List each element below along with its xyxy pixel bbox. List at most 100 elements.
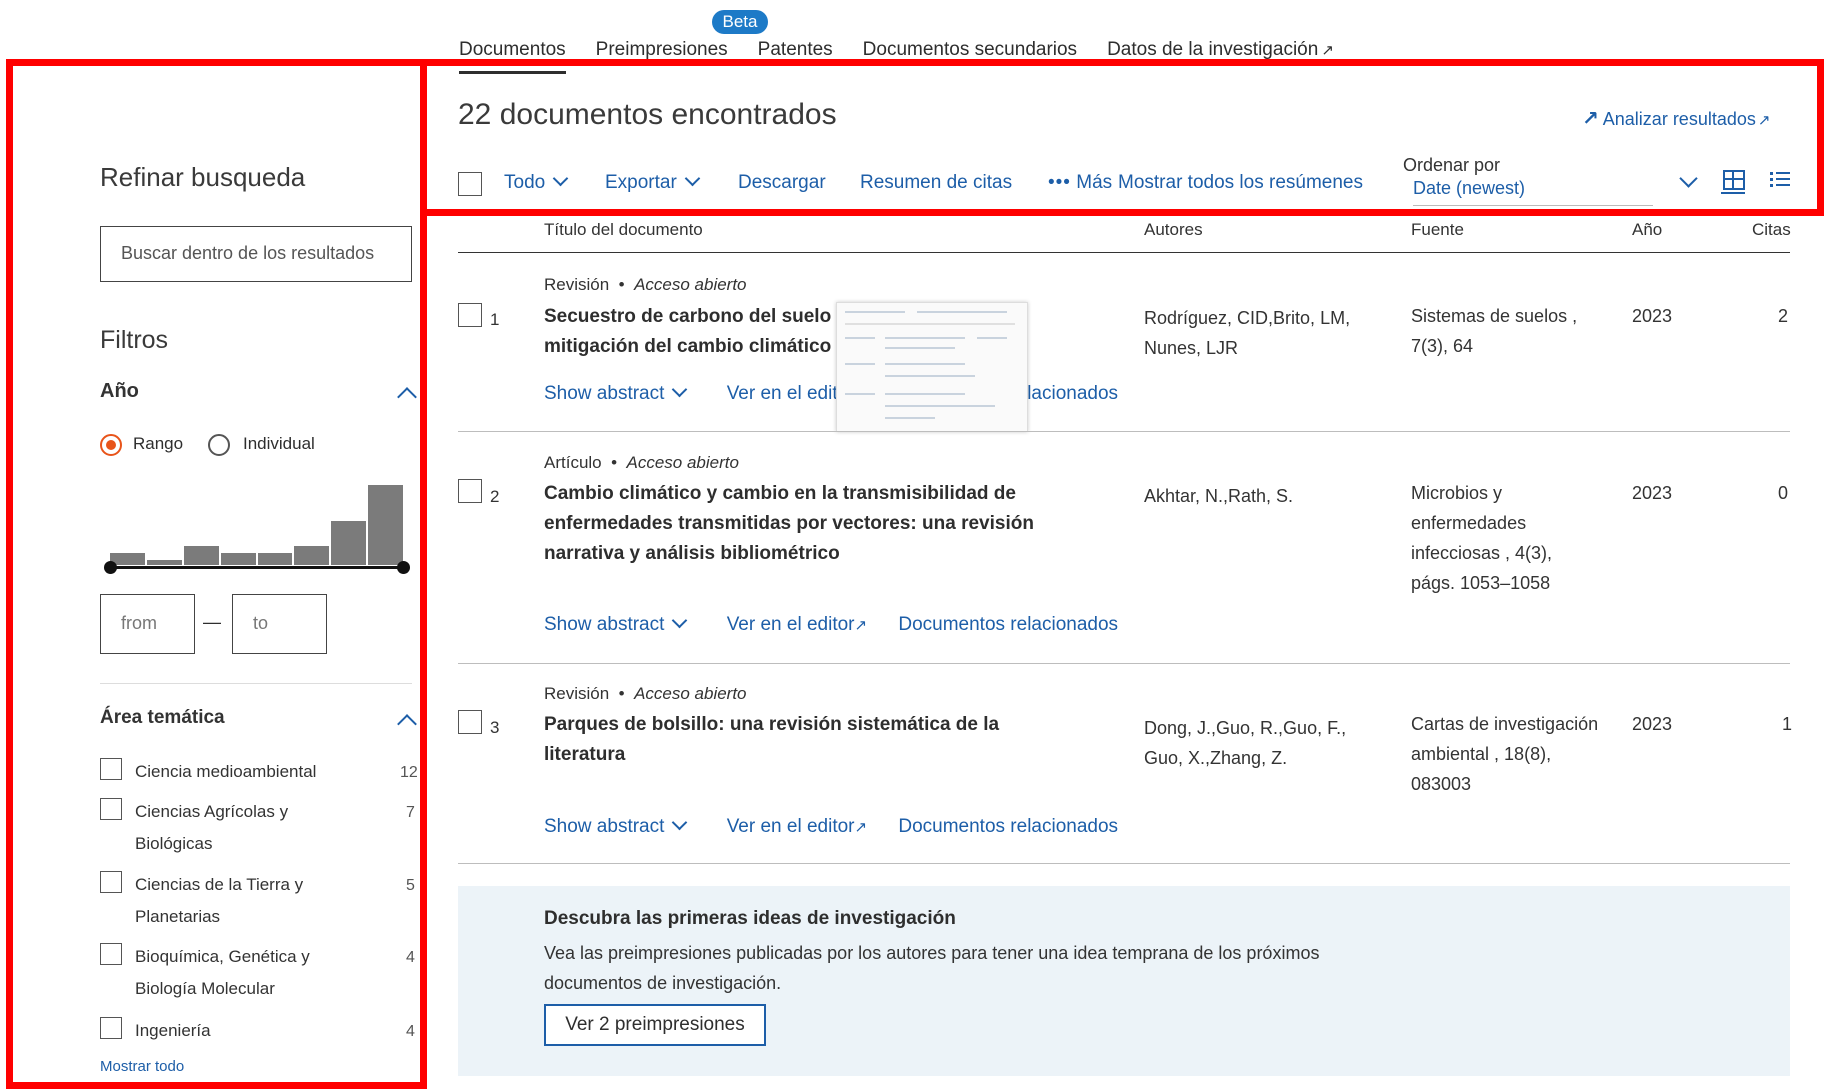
range-radio[interactable]	[100, 434, 122, 456]
subject-checkbox[interactable]	[100, 758, 122, 780]
row-divider	[458, 431, 1790, 432]
select-all-dropdown[interactable]: Todo	[504, 170, 569, 194]
export-dropdown[interactable]: Exportar	[605, 170, 701, 194]
document-checkbox[interactable]	[458, 479, 482, 503]
histogram-bar	[294, 545, 330, 565]
individual-radio-label: Individual	[243, 434, 315, 453]
show-abstract-button[interactable]: Show abstract	[544, 814, 688, 837]
chevron-up-icon[interactable]	[397, 714, 417, 734]
document-citations[interactable]: 2	[1778, 301, 1788, 331]
document-title-link[interactable]: Cambio climático y cambio en la transmis…	[544, 479, 1084, 569]
column-header-authors: Autores	[1144, 220, 1203, 239]
document-source[interactable]: Microbios y enfermedades infecciosas , 4…	[1411, 478, 1552, 598]
document-type: Revisión • Acceso abierto	[544, 684, 747, 703]
chevron-down-icon[interactable]	[1679, 169, 1698, 188]
open-access-label: Acceso abierto	[626, 453, 739, 472]
list-view-icon[interactable]	[1770, 171, 1792, 189]
show-abstract-button[interactable]: Show abstract	[544, 612, 688, 635]
subject-checkbox[interactable]	[100, 1017, 122, 1039]
document-year: 2023	[1632, 306, 1673, 326]
view-at-publisher-label: Ver en el editor	[726, 816, 855, 837]
subject-checkbox[interactable]	[100, 871, 122, 893]
subject-checkbox[interactable]	[100, 798, 122, 820]
year-from-input[interactable]: from	[100, 594, 195, 654]
document-source[interactable]: Sistemas de suelos , 7(3), 64	[1411, 301, 1577, 361]
view-at-publisher-link[interactable]: Ver en el editor↗	[727, 614, 867, 635]
subject-count: 7	[406, 804, 415, 821]
authors-line: Nunes, LJR	[1144, 338, 1239, 358]
authors-line: Dong, J.,Guo, R.,Guo, F.,	[1144, 718, 1347, 738]
promo-text: Vea las preimpresiones publicadas por lo…	[544, 943, 1320, 993]
more-menu-button[interactable]: ••• Más	[1048, 172, 1112, 194]
tab-research-data[interactable]: Datos de la investigación ↗	[1092, 30, 1349, 64]
subject-label: Ciencias Agrícolas y	[135, 802, 289, 821]
subject-label-cont: Biología Molecular	[135, 979, 275, 998]
show-abstract-label: Show abstract	[544, 383, 665, 404]
document-authors[interactable]: Akhtar, N.,Rath, S.	[1144, 481, 1293, 511]
sidebar-divider	[100, 683, 412, 684]
column-header-year: Año	[1632, 220, 1663, 239]
document-checkbox[interactable]	[458, 710, 482, 734]
year-filter-heading[interactable]: Año	[100, 380, 139, 403]
select-all-checkbox[interactable]	[458, 172, 482, 196]
external-link-icon: ↗	[854, 819, 868, 836]
subject-checkbox[interactable]	[100, 943, 122, 965]
subject-label: Ingeniería	[135, 1021, 211, 1040]
document-citations[interactable]: 1	[1782, 709, 1792, 739]
more-dots-icon: •••	[1048, 172, 1071, 193]
authors-line: Guo, X.,Zhang, Z.	[1144, 748, 1288, 768]
subject-label: Ciencia medioambiental	[135, 762, 317, 781]
show-all-subjects-link[interactable]: Mostrar todo	[100, 1058, 184, 1075]
year-slider-handle-start[interactable]	[104, 561, 117, 574]
individual-radio[interactable]	[208, 434, 230, 456]
related-documents-link[interactable]: Documentos relacionados	[898, 614, 1118, 635]
show-abstract-label: Show abstract	[544, 816, 665, 837]
tab-documents[interactable]: Documentos	[459, 30, 581, 74]
document-citations[interactable]: 0	[1778, 478, 1788, 508]
sort-select[interactable]: Date (newest)	[1413, 178, 1653, 206]
open-access-label: Acceso abierto	[634, 275, 747, 294]
year-to-input[interactable]: to	[232, 594, 327, 654]
view-at-publisher-link[interactable]: Ver en el editor↗	[727, 816, 867, 837]
citation-summary-button[interactable]: Resumen de citas	[860, 172, 1012, 194]
document-authors[interactable]: Rodríguez, CID,Brito, LM, Nunes, LJR	[1144, 303, 1350, 363]
tab-patents[interactable]: Patentes	[743, 30, 848, 64]
chevron-up-icon[interactable]	[397, 387, 417, 407]
column-header-title: Título del documento	[544, 220, 703, 239]
download-button[interactable]: Descargar	[738, 172, 826, 194]
show-abstract-button[interactable]: Show abstract	[544, 381, 688, 404]
document-type: Revisión • Acceso abierto	[544, 275, 747, 294]
source-line: Microbios y	[1411, 483, 1503, 503]
export-label: Exportar	[605, 172, 677, 193]
view-preprints-button[interactable]: Ver 2 preimpresiones	[544, 1004, 766, 1046]
document-actions: Show abstract Ver en el editor↗ Document…	[544, 814, 1118, 838]
show-all-abstracts-button[interactable]: Mostrar todos los resúmenes	[1118, 172, 1363, 194]
subject-area-heading[interactable]: Área temática	[100, 707, 225, 729]
document-source[interactable]: Cartas de investigación ambiental , 18(8…	[1411, 709, 1598, 799]
subject-count: 4	[406, 1023, 415, 1040]
document-title-line: Cambio climático y cambio en la transmis…	[544, 483, 1016, 504]
more-label: Más	[1076, 172, 1113, 193]
search-within-results-input[interactable]: Buscar dentro de los resultados	[100, 226, 412, 282]
source-line: 7(3), 64	[1411, 336, 1474, 356]
document-checkbox[interactable]	[458, 303, 482, 327]
document-year: 2023	[1632, 714, 1673, 734]
source-line: Cartas de investigación	[1411, 714, 1599, 734]
year-range-dash: —	[203, 612, 221, 632]
external-link-icon: ↗	[854, 617, 868, 634]
analyze-results-link[interactable]: ↗ Analizar resultados ↗	[1582, 106, 1770, 131]
year-slider-track[interactable]	[110, 566, 404, 569]
tab-preprints[interactable]: Preimpresiones	[581, 30, 743, 64]
subject-count: 5	[406, 877, 415, 894]
subject-label: Ciencias de la Tierra y	[135, 875, 304, 894]
document-title-link[interactable]: Parques de bolsillo: una revisión sistem…	[544, 710, 1084, 770]
tab-secondary-documents[interactable]: Documentos secundarios	[848, 30, 1092, 64]
refine-search-title: Refinar busqueda	[100, 162, 306, 192]
related-documents-link[interactable]: Documentos relacionados	[898, 816, 1118, 837]
view-at-publisher-label: Ver en el editor	[726, 614, 855, 635]
column-header-source: Fuente	[1411, 220, 1464, 239]
year-slider-handle-end[interactable]	[397, 561, 410, 574]
document-authors[interactable]: Dong, J.,Guo, R.,Guo, F., Guo, X.,Zhang,…	[1144, 713, 1346, 773]
document-actions: Show abstract Ver en el editor↗ Document…	[544, 612, 1118, 636]
grid-view-icon[interactable]	[1721, 168, 1745, 194]
